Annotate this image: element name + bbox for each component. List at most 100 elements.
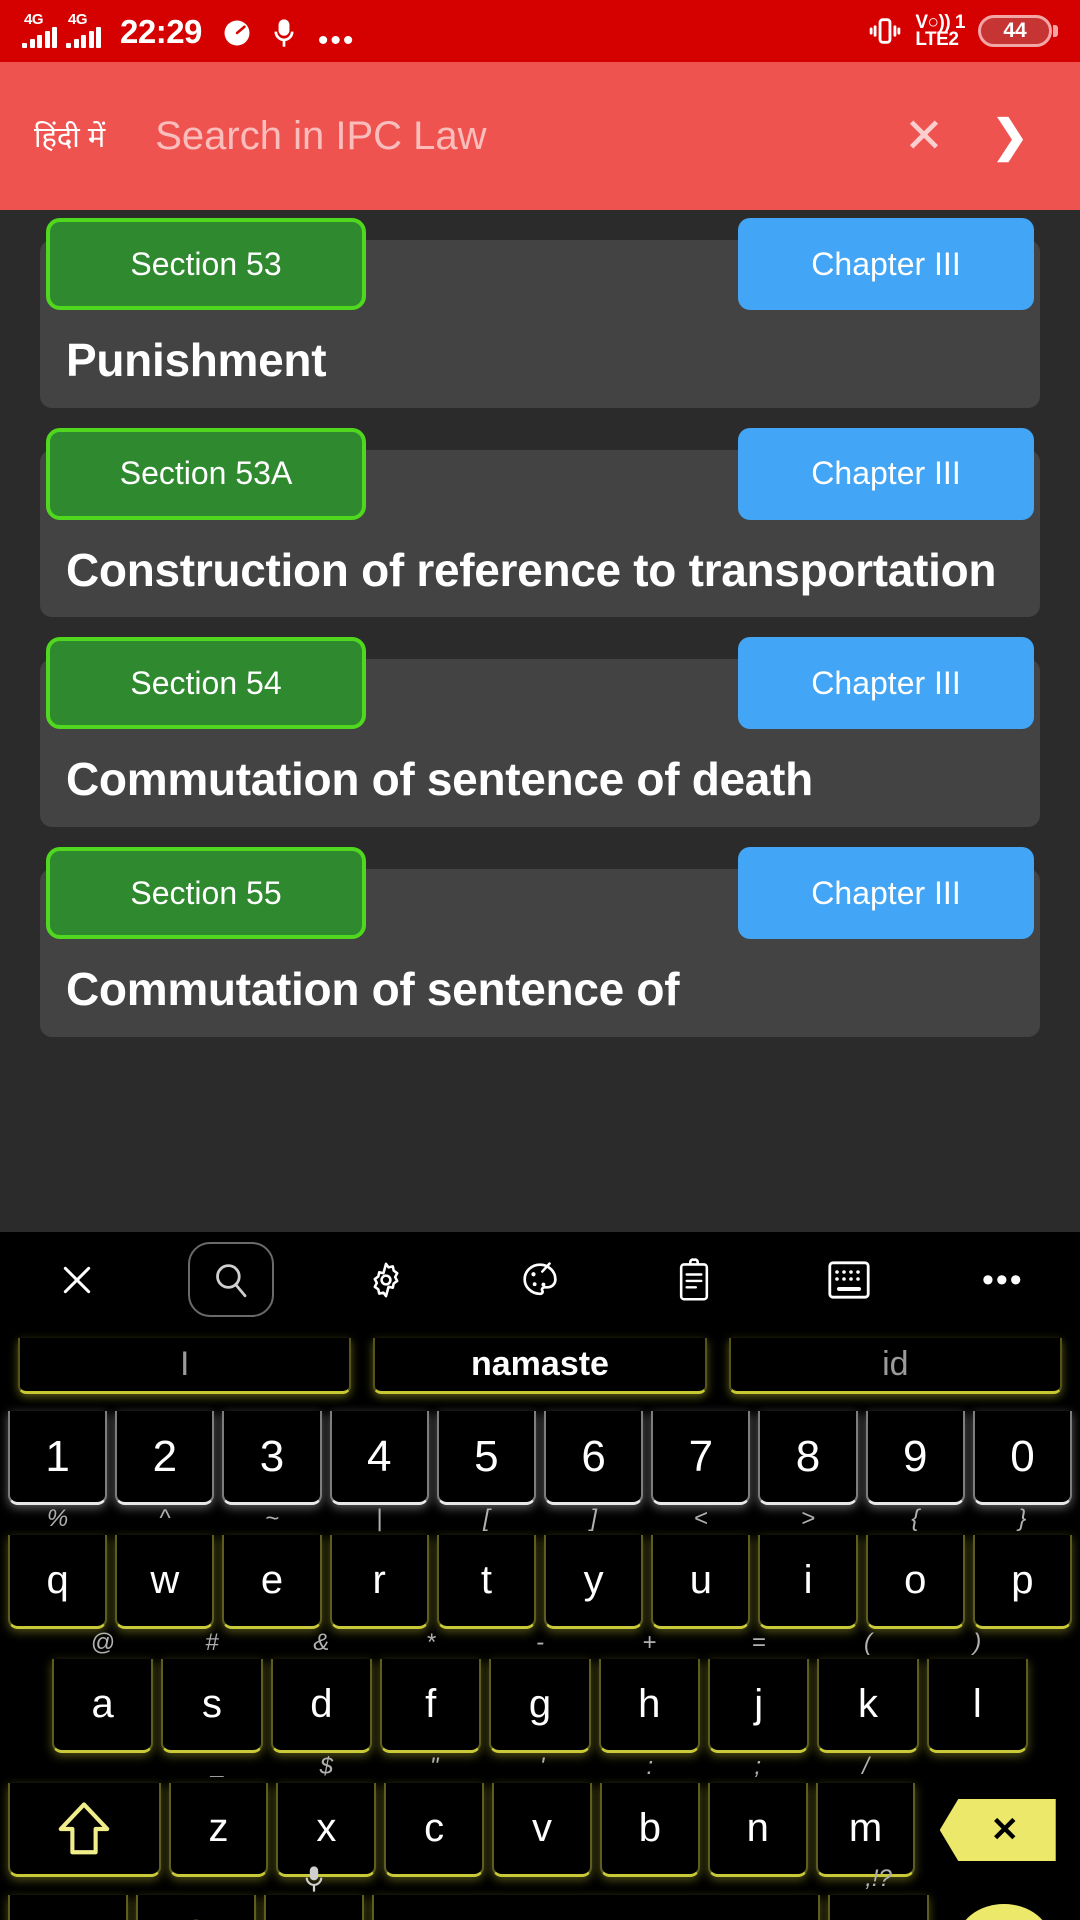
key-y[interactable]: ] y bbox=[544, 1505, 644, 1629]
emoji-key[interactable] bbox=[135, 1895, 256, 1920]
key-q-label: q bbox=[46, 1558, 69, 1602]
keyboard-layout-icon[interactable] bbox=[771, 1232, 925, 1327]
key-t-alt: [ bbox=[483, 1505, 490, 1532]
key-4[interactable]: 4 bbox=[329, 1411, 429, 1505]
key-x[interactable]: $ x bbox=[276, 1753, 377, 1877]
key-6[interactable]: 6 bbox=[544, 1411, 644, 1505]
key-u[interactable]: < u bbox=[651, 1505, 751, 1629]
section-badge[interactable]: Section 53 bbox=[46, 218, 366, 310]
key-g-alt: - bbox=[535, 1629, 544, 1656]
status-bar-left: 4G 4G 22:29 ••• bbox=[22, 11, 355, 56]
key-9[interactable]: 9 bbox=[865, 1411, 965, 1505]
chapter-badge[interactable]: Chapter III bbox=[738, 847, 1034, 940]
key-p-alt: } bbox=[1018, 1505, 1027, 1532]
comma-key[interactable]: , bbox=[263, 1866, 365, 1920]
key-q[interactable]: % q bbox=[8, 1505, 108, 1629]
status-bar: 4G 4G 22:29 ••• V○)) 1 LTE2 44 bbox=[0, 0, 1080, 62]
numeric-mode-key[interactable]: 123 bbox=[8, 1895, 128, 1920]
period-key[interactable]: ,!? . bbox=[828, 1865, 929, 1920]
key-x-label: x bbox=[316, 1806, 337, 1850]
result-card[interactable]: Section 54 Chapter III Commutation of se… bbox=[40, 637, 1040, 828]
more-icon[interactable]: ••• bbox=[926, 1232, 1080, 1327]
chapter-badge[interactable]: Chapter III bbox=[738, 218, 1034, 310]
signal-indicator-sim2: 4G bbox=[66, 12, 101, 48]
palette-icon[interactable] bbox=[463, 1232, 617, 1327]
key-2[interactable]: 2 bbox=[115, 1411, 215, 1505]
close-icon[interactable] bbox=[0, 1232, 154, 1327]
search-results-list[interactable]: Section 53 Chapter III Punishment Sectio… bbox=[0, 210, 1080, 1232]
search-input[interactable] bbox=[155, 113, 888, 159]
network-type-sim1: 4G bbox=[24, 11, 44, 28]
key-s[interactable]: # s bbox=[161, 1629, 263, 1753]
result-card-badges: Section 54 Chapter III bbox=[40, 637, 1040, 755]
section-badge[interactable]: Section 55 bbox=[46, 847, 366, 940]
signal-indicator-sim1: 4G bbox=[22, 11, 57, 48]
key-k[interactable]: (k bbox=[817, 1629, 919, 1753]
key-3[interactable]: 3 bbox=[222, 1411, 322, 1505]
volte-line2: LTE2 bbox=[915, 29, 959, 50]
key-h-label: h bbox=[638, 1682, 661, 1726]
key-8[interactable]: 8 bbox=[758, 1411, 858, 1505]
battery-indicator: 44 bbox=[978, 15, 1058, 47]
clipboard-icon[interactable] bbox=[617, 1232, 771, 1327]
key-0[interactable]: 0 bbox=[972, 1411, 1073, 1505]
key-j-alt: = bbox=[751, 1629, 766, 1656]
suggestion-item[interactable]: id bbox=[728, 1338, 1062, 1394]
keyboard-row-bottom: 123 , ,!? . ✔ bbox=[4, 1865, 1076, 1920]
key-z-alt: _ bbox=[211, 1753, 226, 1780]
result-card[interactable]: Section 53A Chapter III Construction of … bbox=[40, 427, 1040, 618]
key-g[interactable]: -g bbox=[489, 1629, 591, 1753]
key-x-alt: $ bbox=[319, 1753, 333, 1780]
key-e[interactable]: ~ e bbox=[222, 1505, 322, 1629]
key-1[interactable]: 1 bbox=[8, 1411, 108, 1505]
keyboard-row-asdf: @ a # s & d * f -g + h = j (k ) l bbox=[4, 1629, 1076, 1753]
backspace-key[interactable]: ✕ bbox=[923, 1783, 1072, 1877]
key-w[interactable]: ^ w bbox=[115, 1505, 215, 1629]
key-v[interactable]: ' v bbox=[492, 1753, 592, 1877]
key-d[interactable]: & d bbox=[270, 1629, 372, 1753]
chapter-badge[interactable]: Chapter III bbox=[738, 637, 1034, 730]
result-card[interactable]: Section 55 Chapter III Commutation of se… bbox=[40, 847, 1040, 1037]
key-e-label: e bbox=[260, 1558, 284, 1602]
submit-search-icon[interactable]: ❯ bbox=[974, 100, 1046, 172]
gear-icon[interactable] bbox=[309, 1232, 463, 1327]
search-icon[interactable] bbox=[188, 1242, 275, 1317]
keyboard-rows: 1 2 3 4 5 6 7 8 9 0 % q ^ w ~ e | r [t ] y < u… bbox=[0, 1405, 1080, 1920]
clear-search-icon[interactable]: ✕ bbox=[888, 100, 960, 172]
chapter-badge[interactable]: Chapter III bbox=[738, 427, 1034, 520]
key-c[interactable]: " c bbox=[384, 1753, 485, 1877]
suggestion-item[interactable]: namaste bbox=[373, 1338, 707, 1394]
key-j[interactable]: = j bbox=[707, 1629, 810, 1753]
suggestion-item[interactable]: I bbox=[18, 1338, 352, 1394]
keyboard-toolbar: ••• bbox=[0, 1232, 1080, 1327]
space-key[interactable] bbox=[372, 1895, 821, 1920]
battery-percent: 44 bbox=[1003, 19, 1027, 42]
hindi-language-button[interactable]: हिंदी में bbox=[34, 117, 105, 156]
key-m[interactable]: / m bbox=[815, 1753, 916, 1877]
enter-key[interactable]: ✔ bbox=[936, 1895, 1072, 1920]
section-badge[interactable]: Section 53A bbox=[46, 427, 366, 520]
microphone-icon bbox=[303, 1865, 325, 1893]
section-badge[interactable]: Section 54 bbox=[46, 637, 366, 730]
key-n[interactable]: ; n bbox=[707, 1753, 808, 1877]
key-d-alt: & bbox=[313, 1629, 330, 1656]
key-m-alt: / bbox=[862, 1753, 869, 1780]
shift-key[interactable] bbox=[8, 1783, 161, 1877]
key-r[interactable]: | r bbox=[329, 1505, 429, 1629]
key-h[interactable]: + h bbox=[598, 1629, 700, 1753]
key-z[interactable]: _ z bbox=[168, 1753, 269, 1877]
key-p[interactable]: } p bbox=[972, 1505, 1073, 1629]
key-b-label: b bbox=[638, 1806, 661, 1850]
key-5[interactable]: 5 bbox=[436, 1411, 537, 1505]
key-n-label: n bbox=[746, 1806, 769, 1850]
key-o[interactable]: {o bbox=[865, 1505, 965, 1629]
key-a[interactable]: @ a bbox=[52, 1629, 154, 1753]
key-f[interactable]: * f bbox=[379, 1629, 482, 1753]
key-i[interactable]: > i bbox=[758, 1505, 858, 1629]
key-l[interactable]: ) l bbox=[926, 1629, 1028, 1753]
key-t-label: t bbox=[480, 1558, 492, 1602]
result-card[interactable]: Section 53 Chapter III Punishment bbox=[40, 218, 1040, 408]
key-b[interactable]: :b bbox=[599, 1753, 700, 1877]
key-7[interactable]: 7 bbox=[651, 1411, 751, 1505]
key-t[interactable]: [t bbox=[436, 1505, 537, 1629]
